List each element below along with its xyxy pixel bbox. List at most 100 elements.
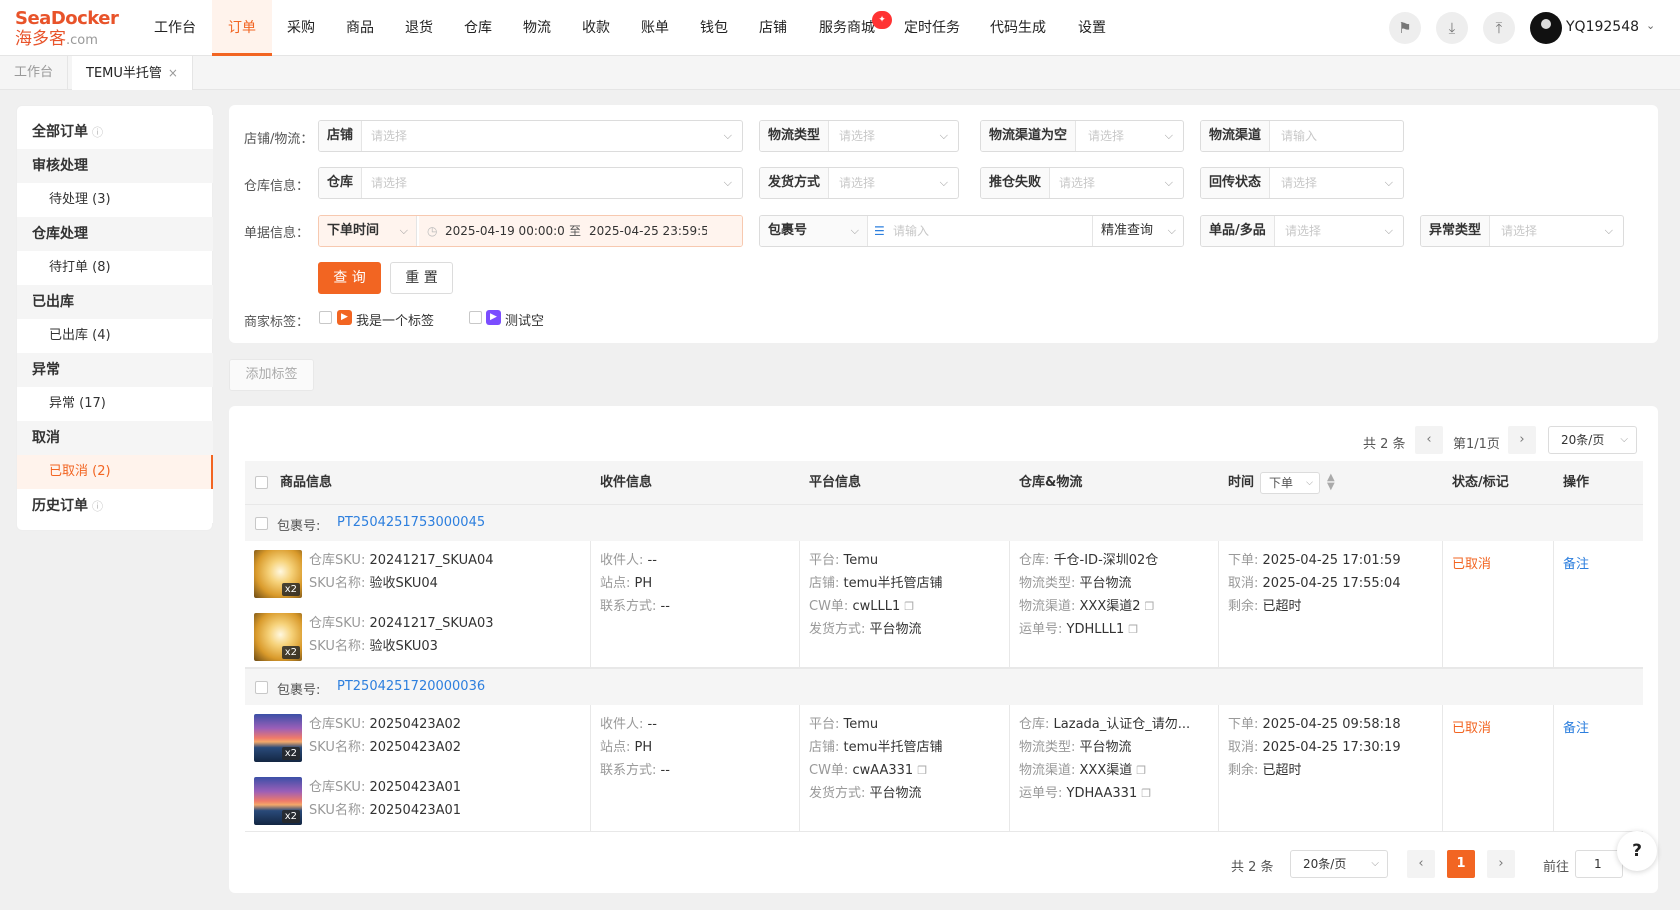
logistics-type-select[interactable]: 物流类型 请选择 ⌵: [759, 120, 959, 152]
sidebar-group-review[interactable]: 审核处理: [17, 149, 213, 183]
sidebar-group-exception[interactable]: 异常: [17, 353, 213, 387]
query-button[interactable]: 查 询: [318, 262, 381, 294]
sidebar-group-cancel[interactable]: 取消: [17, 421, 213, 455]
callback-status-select[interactable]: 回传状态 请选择 ⌵: [1200, 167, 1404, 199]
date-end[interactable]: 2025-04-25 23:59:59: [589, 216, 707, 246]
avatar[interactable]: [1530, 12, 1562, 44]
sidebar-item-cancelled[interactable]: 已取消 (2): [17, 455, 213, 489]
page-size-select[interactable]: 20条/页 ⌵: [1290, 850, 1388, 878]
tag-2-label[interactable]: 测试空: [505, 310, 544, 329]
product-thumbnail[interactable]: x2: [254, 550, 302, 598]
copy-icon[interactable]: ❐: [1141, 787, 1151, 800]
reset-button[interactable]: 重 置: [390, 262, 453, 294]
nav-code-gen[interactable]: 代码生成: [984, 0, 1052, 56]
sidebar-item-to-print[interactable]: 待打单 (8): [17, 251, 213, 285]
sidebar-group-shipped[interactable]: 已出库: [17, 285, 213, 319]
add-tag-button[interactable]: 添加标签: [229, 359, 314, 391]
date-start[interactable]: 2025-04-19 00:00:00: [445, 216, 565, 246]
package-no-input[interactable]: 请输入: [893, 216, 929, 246]
nav-returns[interactable]: 退货: [393, 0, 445, 56]
store-select[interactable]: 店铺 请选择 ⌵: [318, 120, 743, 152]
sidebar-history-orders[interactable]: 历史订单 ⓘ: [17, 489, 213, 523]
warehouse-sku: 20241217_SKUA04: [369, 553, 494, 568]
nav-orders[interactable]: 订单: [212, 0, 272, 56]
order-time-range[interactable]: 下单时间 ⌵ ◷ 2025-04-19 00:00:00 至 2025-04-25…: [318, 215, 743, 247]
col-time: 时间: [1228, 475, 1255, 490]
nav-wallet[interactable]: 钱包: [688, 0, 740, 56]
tab-workbench[interactable]: 工作台: [0, 56, 69, 90]
page-size-select[interactable]: 20条/页 ⌵: [1548, 426, 1637, 454]
sidebar-group-warehouse[interactable]: 仓库处理: [17, 217, 213, 251]
sort-icon[interactable]: ▲ ▼: [1327, 473, 1335, 492]
exception-type-select[interactable]: 异常类型 请选择 ⌵: [1420, 215, 1624, 247]
help-button[interactable]: ?: [1617, 831, 1657, 871]
close-icon[interactable]: ×: [168, 66, 178, 80]
copy-icon[interactable]: ❐: [1128, 623, 1138, 636]
nav-workbench[interactable]: 工作台: [142, 0, 208, 56]
nav-settings[interactable]: 设置: [1070, 0, 1114, 56]
select-all-checkbox[interactable]: [255, 476, 268, 489]
order-time-type-select[interactable]: 下单时间 ⌵: [319, 216, 417, 246]
product-thumbnail[interactable]: x2: [254, 777, 302, 825]
nav-scheduled-tasks[interactable]: 定时任务: [898, 0, 966, 56]
nav-logistics[interactable]: 物流: [511, 0, 563, 56]
nav-products[interactable]: 商品: [334, 0, 386, 56]
package-row: 包裹号: PT2504251753000045: [245, 504, 1643, 541]
nav-bills[interactable]: 账单: [629, 0, 681, 56]
channel-empty-select[interactable]: 物流渠道为空 请选择 ⌵: [980, 120, 1184, 152]
download-icon[interactable]: ⤓: [1436, 12, 1468, 44]
prev-page-button[interactable]: ‹: [1407, 850, 1435, 878]
chevron-down-icon[interactable]: ⌄: [1646, 19, 1655, 32]
tag-1-label[interactable]: 我是一个标签: [356, 310, 434, 329]
copy-icon[interactable]: ❐: [904, 600, 914, 613]
package-no-select[interactable]: 包裹号 ⌵: [760, 216, 868, 246]
megaphone-icon[interactable]: ⚑: [1389, 12, 1421, 44]
page-1-button[interactable]: 1: [1447, 850, 1475, 878]
next-page-button[interactable]: ›: [1487, 850, 1515, 878]
remark-link[interactable]: 备注: [1563, 717, 1589, 736]
sidebar-item-exception[interactable]: 异常 (17): [17, 387, 213, 421]
time-sort-select[interactable]: 下单 ⌵: [1260, 472, 1320, 494]
remark-link[interactable]: 备注: [1563, 553, 1589, 572]
tag-2-checkbox[interactable]: [469, 311, 482, 324]
product-thumbnail[interactable]: x2: [254, 714, 302, 762]
push-fail-select[interactable]: 推仓失败 请选择 ⌵: [980, 167, 1184, 199]
nav-purchase[interactable]: 采购: [276, 0, 326, 56]
package-number-link[interactable]: PT2504251753000045: [337, 515, 485, 530]
package-checkbox[interactable]: [255, 517, 268, 530]
goto-page-input[interactable]: 1: [1575, 850, 1623, 878]
next-page-button[interactable]: ›: [1508, 426, 1536, 454]
product-thumbnail[interactable]: x2: [254, 613, 302, 661]
prev-page-button[interactable]: ‹: [1415, 426, 1443, 454]
copy-icon[interactable]: ❐: [917, 764, 927, 777]
sidebar-item-shipped[interactable]: 已出库 (4): [17, 319, 213, 353]
upload-icon[interactable]: ⤒: [1483, 12, 1515, 44]
tag-1-checkbox[interactable]: [319, 311, 332, 324]
nav-service-mall[interactable]: 服务商城 ✦: [814, 0, 892, 56]
brand-logo[interactable]: SeaDocker 海多客.com: [15, 9, 125, 50]
warehouse-select[interactable]: 仓库 请选择 ⌵: [318, 167, 743, 199]
help-icon[interactable]: ⓘ: [92, 500, 103, 513]
cancel-time: 2025-04-25 17:55:04: [1262, 576, 1401, 591]
nav-receipts[interactable]: 收款: [570, 0, 622, 56]
tag-flag-icon: ▶: [486, 310, 501, 325]
store: temu半托管店铺: [843, 740, 943, 755]
copy-icon[interactable]: ❐: [1145, 600, 1155, 613]
batch-list-icon[interactable]: ☰: [874, 216, 885, 246]
sidebar-item-pending[interactable]: 待处理 (3): [17, 183, 213, 217]
nav-warehouse[interactable]: 仓库: [452, 0, 504, 56]
table-row: x2 仓库SKU: 20241217_SKUA04 SKU名称: 验收SKU04…: [245, 541, 1643, 668]
nav-stores[interactable]: 店铺: [747, 0, 799, 56]
help-icon[interactable]: ⓘ: [92, 126, 103, 139]
channel-input[interactable]: 物流渠道 请输入: [1200, 120, 1404, 152]
package-number-link[interactable]: PT2504251720000036: [337, 679, 485, 694]
copy-icon[interactable]: ❐: [1136, 764, 1146, 777]
single-multi-select[interactable]: 单品/多品 请选择 ⌵: [1200, 215, 1404, 247]
tab-temu-semi-managed[interactable]: TEMU半托管 ×: [72, 56, 193, 90]
logistics-channel: XXX渠道: [1079, 763, 1133, 778]
package-checkbox[interactable]: [255, 681, 268, 694]
username[interactable]: YQ192548: [1566, 19, 1639, 35]
sidebar-all-orders[interactable]: 全部订单 ⓘ: [17, 115, 213, 149]
exact-query-select[interactable]: 精准查询 ⌵: [1092, 216, 1183, 246]
ship-method-select[interactable]: 发货方式 请选择 ⌵: [759, 167, 959, 199]
